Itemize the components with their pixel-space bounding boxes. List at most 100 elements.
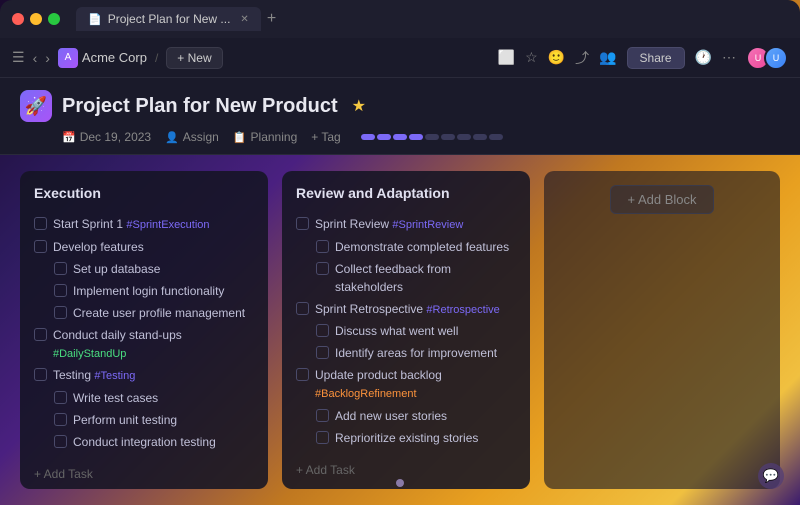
task-item: Develop features xyxy=(34,236,254,258)
traffic-lights xyxy=(12,13,60,25)
progress-dot-3 xyxy=(393,134,407,140)
share-icon[interactable]: ⤴ xyxy=(575,48,589,68)
scroll-indicator xyxy=(396,479,404,487)
task-checkbox[interactable] xyxy=(54,306,67,319)
task-item: Discuss what went well xyxy=(316,320,516,342)
task-checkbox[interactable] xyxy=(34,328,47,341)
task-checkbox[interactable] xyxy=(54,284,67,297)
page-header: 🚀 Project Plan for New Product ★ 📅 Dec 1… xyxy=(0,78,800,155)
page-meta: 📅 Dec 19, 2023 👤 Assign 📋 Planning + Tag xyxy=(62,130,780,144)
search-icon[interactable]: ⬜ xyxy=(498,49,515,66)
task-checkbox[interactable] xyxy=(54,413,67,426)
progress-dots xyxy=(361,134,503,140)
add-block-button[interactable]: + Add Block xyxy=(610,185,713,214)
task-checkbox[interactable] xyxy=(54,262,67,275)
maximize-dot[interactable] xyxy=(48,13,60,25)
execution-tasks: Start Sprint 1 #SprintExecution Develop … xyxy=(34,213,254,453)
forward-icon[interactable]: › xyxy=(45,50,50,66)
add-block-area: + Add Block xyxy=(544,171,780,489)
task-checkbox[interactable] xyxy=(316,324,329,337)
review-add-task-button[interactable]: + Add Task xyxy=(296,461,516,479)
new-button-label: + New xyxy=(177,51,211,65)
minimize-dot[interactable] xyxy=(30,13,42,25)
users-icon[interactable]: 👥 xyxy=(599,49,616,66)
emoji-icon[interactable]: 🙂 xyxy=(548,49,565,66)
toolbar-left: ☰ ‹ › A Acme Corp / + New xyxy=(12,47,490,69)
progress-dot-2 xyxy=(377,134,391,140)
task-text: Collect feedback from stakeholders xyxy=(335,260,516,296)
toolbar-right: ⬜ ☆ 🙂 ⤴ 👥 Share 🕐 ⋯ U U xyxy=(498,46,788,70)
tag-meta[interactable]: + Tag xyxy=(311,130,340,144)
planning-meta[interactable]: 📋 Planning xyxy=(233,130,297,144)
breadcrumb-sep: / xyxy=(155,51,158,65)
review-card: Review and Adaptation Sprint Review #Spr… xyxy=(282,171,530,489)
task-text: Sprint Retrospective #Retrospective xyxy=(315,300,516,319)
task-checkbox[interactable] xyxy=(316,431,329,444)
task-item: Sprint Review #SprintReview xyxy=(296,213,516,236)
task-checkbox[interactable] xyxy=(296,368,309,381)
add-block-label: + Add Block xyxy=(627,192,696,207)
task-text: Start Sprint 1 #SprintExecution xyxy=(53,215,254,234)
task-item: Identify areas for improvement xyxy=(316,342,516,364)
task-text: Perform unit testing xyxy=(73,411,254,429)
task-checkbox[interactable] xyxy=(296,217,309,230)
execution-add-task-button[interactable]: + Add Task xyxy=(34,465,254,483)
task-checkbox[interactable] xyxy=(54,391,67,404)
task-text: Testing #Testing xyxy=(53,366,254,385)
add-task-label: + Add Task xyxy=(296,463,355,477)
progress-dot-5 xyxy=(425,134,439,140)
progress-dot-1 xyxy=(361,134,375,140)
task-checkbox[interactable] xyxy=(34,240,47,253)
assign-meta[interactable]: 👤 Assign xyxy=(165,130,219,144)
active-tab[interactable]: 📄 Project Plan for New ... ✕ xyxy=(76,7,261,31)
task-text: Discuss what went well xyxy=(335,322,516,340)
task-item: Update product backlog #BacklogRefinemen… xyxy=(296,364,516,405)
history-icon[interactable]: 🕐 xyxy=(695,49,712,66)
task-text: Reprioritize existing stories xyxy=(335,429,516,447)
back-icon[interactable]: ‹ xyxy=(33,50,38,66)
tab-label: Project Plan for New ... xyxy=(108,12,231,26)
tab-file-icon: 📄 xyxy=(88,13,102,26)
sidebar-toggle-icon[interactable]: ☰ xyxy=(12,49,25,66)
assign-label: Assign xyxy=(183,130,219,144)
more-icon[interactable]: ⋯ xyxy=(722,49,736,66)
workspace-name: A Acme Corp xyxy=(58,48,147,68)
task-text: Conduct daily stand-ups #DailyStandUp xyxy=(53,326,254,363)
tag-daily-standup[interactable]: #DailyStandUp xyxy=(53,348,126,360)
tag-retrospective[interactable]: #Retrospective xyxy=(426,304,499,316)
task-item: Add new user stories xyxy=(316,405,516,427)
task-checkbox[interactable] xyxy=(54,435,67,448)
task-checkbox[interactable] xyxy=(34,368,47,381)
workspace-label[interactable]: Acme Corp xyxy=(82,50,147,65)
task-checkbox[interactable] xyxy=(316,409,329,422)
favorite-star-icon[interactable]: ★ xyxy=(352,96,366,116)
planning-icon: 📋 xyxy=(233,131,247,144)
task-item: Create user profile management xyxy=(54,302,254,324)
new-button[interactable]: + New xyxy=(166,47,222,69)
close-dot[interactable] xyxy=(12,13,24,25)
share-button[interactable]: Share xyxy=(627,47,685,69)
chat-icon[interactable]: 💬 xyxy=(758,463,784,489)
tab-close-icon[interactable]: ✕ xyxy=(240,14,248,25)
task-checkbox[interactable] xyxy=(316,346,329,359)
tag-backlog-refinement[interactable]: #BacklogRefinement xyxy=(315,388,417,400)
tag-testing[interactable]: #Testing xyxy=(94,370,135,382)
task-checkbox[interactable] xyxy=(316,240,329,253)
page-icon: 🚀 xyxy=(20,90,52,122)
task-item: Reprioritize existing stories xyxy=(316,427,516,449)
task-text: Update product backlog #BacklogRefinemen… xyxy=(315,366,516,403)
task-text: Sprint Review #SprintReview xyxy=(315,215,516,234)
new-tab-button[interactable]: + xyxy=(267,10,276,28)
calendar-icon: 📅 xyxy=(62,131,76,144)
task-item: Collect feedback from stakeholders xyxy=(316,258,516,298)
task-checkbox[interactable] xyxy=(316,262,329,275)
task-checkbox[interactable] xyxy=(296,302,309,315)
tag-sprint-execution[interactable]: #SprintExecution xyxy=(126,219,209,231)
tag-sprint-review[interactable]: #SprintReview xyxy=(392,219,463,231)
task-text: Create user profile management xyxy=(73,304,254,322)
date-meta[interactable]: 📅 Dec 19, 2023 xyxy=(62,130,151,144)
star-icon[interactable]: ☆ xyxy=(525,49,538,66)
page-title: Project Plan for New Product xyxy=(62,95,338,118)
task-text: Add new user stories xyxy=(335,407,516,425)
task-checkbox[interactable] xyxy=(34,217,47,230)
